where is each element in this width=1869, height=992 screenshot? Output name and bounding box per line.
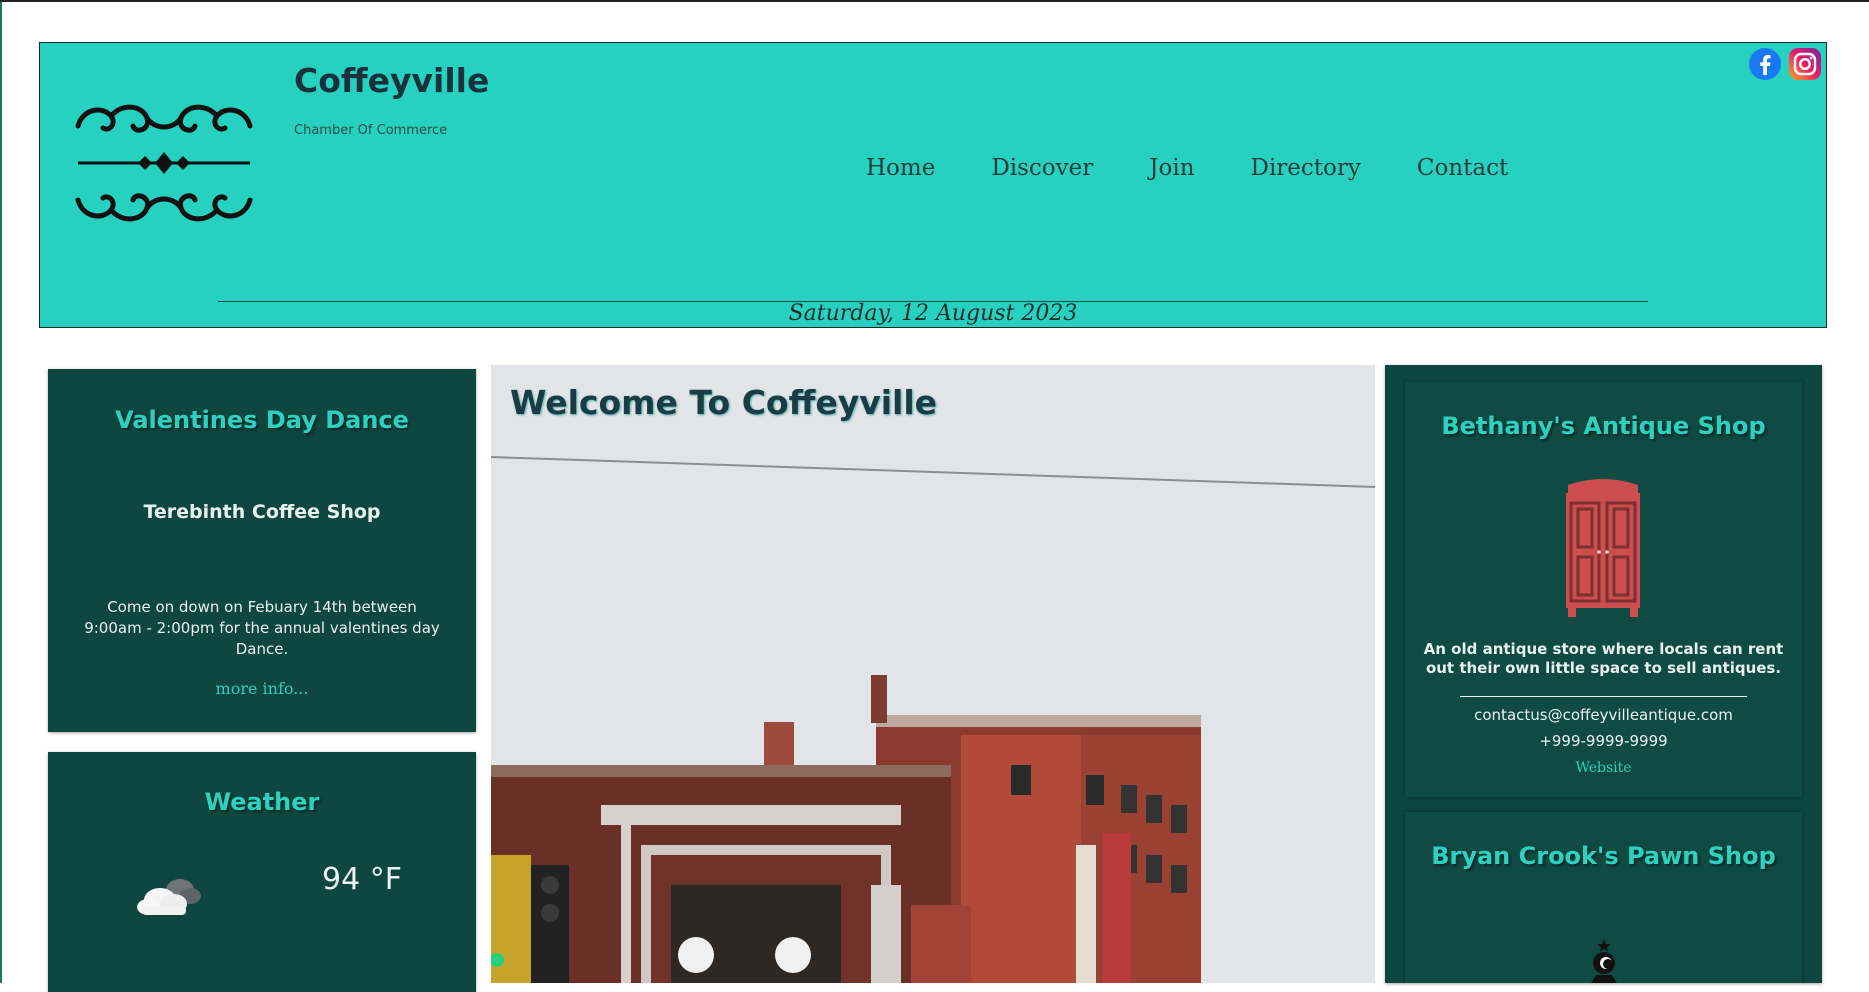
business-phone: +999-9999-9999 <box>1539 732 1668 750</box>
event-description: Come on down on Febuary 14th between 9:0… <box>84 598 440 658</box>
hero-section: Welcome To Coffeyville <box>491 365 1375 983</box>
business-card: Bryan Crook's Pawn Shop <box>1405 812 1802 983</box>
instagram-icon[interactable] <box>1788 47 1822 81</box>
business-name: Bryan Crook's Pawn Shop <box>1431 842 1776 870</box>
nav-directory[interactable]: Directory <box>1251 155 1361 181</box>
business-description: An old antique store where locals can re… <box>1423 640 1784 677</box>
event-title: Valentines Day Dance <box>115 406 409 434</box>
business-directory: Bethany's Antique Shop An old antique st… <box>1385 365 1822 983</box>
nav-discover[interactable]: Discover <box>991 155 1093 181</box>
event-venue: Terebinth Coffee Shop <box>143 501 381 523</box>
nav-join[interactable]: Join <box>1149 155 1194 181</box>
nav-home[interactable]: Home <box>866 155 935 181</box>
business-email: contactus@coffeyvilleantique.com <box>1474 706 1733 724</box>
more-info-link[interactable]: more info... <box>48 679 476 698</box>
weather-title: Weather <box>204 788 320 816</box>
event-card: Valentines Day Dance Terebinth Coffee Sh… <box>48 369 476 732</box>
site-header: Coffeyville Chamber Of Commerce Home Dis… <box>39 42 1827 328</box>
business-name: Bethany's Antique Shop <box>1441 412 1766 440</box>
street-photo <box>491 365 1375 983</box>
wardrobe-icon <box>1558 477 1648 623</box>
business-card: Bethany's Antique Shop An old antique st… <box>1405 382 1802 797</box>
social-links <box>1748 47 1822 81</box>
window-edge <box>0 2 2 983</box>
business-divider <box>1460 696 1747 697</box>
welcome-heading: Welcome To Coffeyville <box>510 383 938 422</box>
weather-card: Weather 94 °F <box>48 752 476 992</box>
site-subtitle: Chamber Of Commerce <box>294 123 448 138</box>
partly-cloudy-icon <box>136 872 206 922</box>
main-nav: Home Discover Join Directory Contact <box>866 155 1508 181</box>
current-date: Saturday, 12 August 2023 <box>788 301 1078 326</box>
pawn-icon <box>1580 937 1628 983</box>
business-website-link[interactable]: Website <box>1405 760 1802 776</box>
nav-contact[interactable]: Contact <box>1417 155 1508 181</box>
site-title: Coffeyville <box>294 61 490 100</box>
ornament-logo-icon <box>73 98 255 232</box>
facebook-icon[interactable] <box>1748 47 1782 81</box>
temperature: 94 °F <box>322 862 402 897</box>
